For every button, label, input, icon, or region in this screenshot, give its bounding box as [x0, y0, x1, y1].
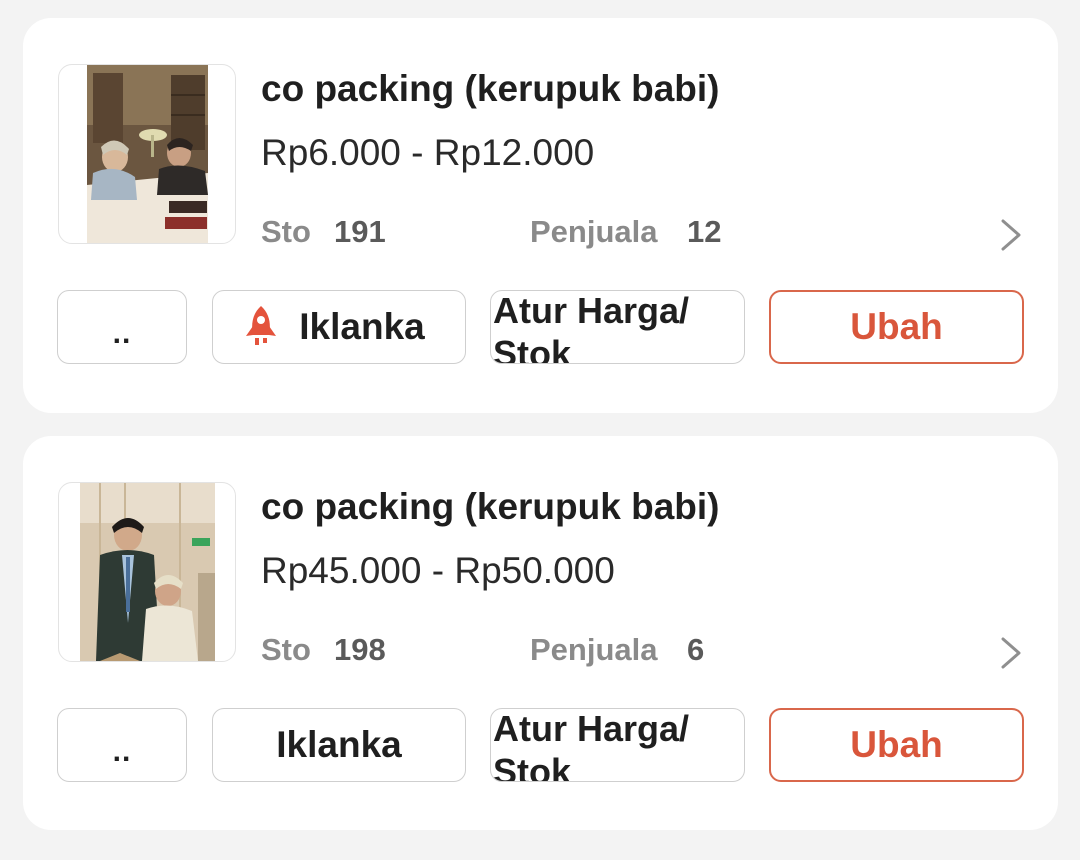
product-title[interactable]: co packing (kerupuk babi): [261, 486, 719, 528]
set-price-stock-label: Atur Harga/ Stok: [493, 290, 690, 364]
more-button-label: ..: [112, 317, 132, 350]
sales-value: 6: [687, 632, 705, 667]
more-button-label: ..: [112, 735, 132, 768]
product-photo: [87, 65, 208, 243]
stock-value: 198: [334, 632, 386, 667]
product-card: co packing (kerupuk babi) Rp45.000 - Rp5…: [23, 436, 1058, 830]
product-price: Rp6.000 - Rp12.000: [261, 132, 595, 173]
stock-label: Sto: [261, 214, 311, 249]
rocket-icon: [246, 306, 277, 345]
product-image[interactable]: [58, 482, 236, 662]
edit-button-label: Ubah: [850, 306, 943, 347]
advertise-button[interactable]: Iklanka: [212, 290, 466, 364]
stock-label: Sto: [261, 632, 311, 667]
sales-value: 12: [687, 214, 722, 249]
product-photo: [80, 483, 215, 661]
set-price-stock-button[interactable]: Atur Harga/ Stok: [490, 290, 745, 364]
edit-button[interactable]: Ubah: [769, 290, 1024, 364]
chevron-right-icon[interactable]: [998, 636, 1024, 670]
stock-value: 191: [334, 214, 386, 249]
advertise-button-label: Iklanka: [276, 724, 402, 765]
advertise-button-label: Iklanka: [299, 306, 425, 347]
more-button[interactable]: ..: [57, 708, 187, 782]
edit-button[interactable]: Ubah: [769, 708, 1024, 782]
sales-label: Penjuala: [530, 632, 658, 667]
chevron-right-icon[interactable]: [998, 218, 1024, 252]
more-button[interactable]: ..: [57, 290, 187, 364]
sales-label: Penjuala: [530, 214, 658, 249]
product-card: co packing (kerupuk babi) Rp6.000 - Rp12…: [23, 18, 1058, 413]
product-image[interactable]: [58, 64, 236, 244]
advertise-button[interactable]: Iklanka: [212, 708, 466, 782]
set-price-stock-label: Atur Harga/ Stok: [493, 708, 690, 782]
product-price: Rp45.000 - Rp50.000: [261, 550, 615, 591]
set-price-stock-button[interactable]: Atur Harga/ Stok: [490, 708, 745, 782]
product-title[interactable]: co packing (kerupuk babi): [261, 68, 719, 110]
edit-button-label: Ubah: [850, 724, 943, 765]
